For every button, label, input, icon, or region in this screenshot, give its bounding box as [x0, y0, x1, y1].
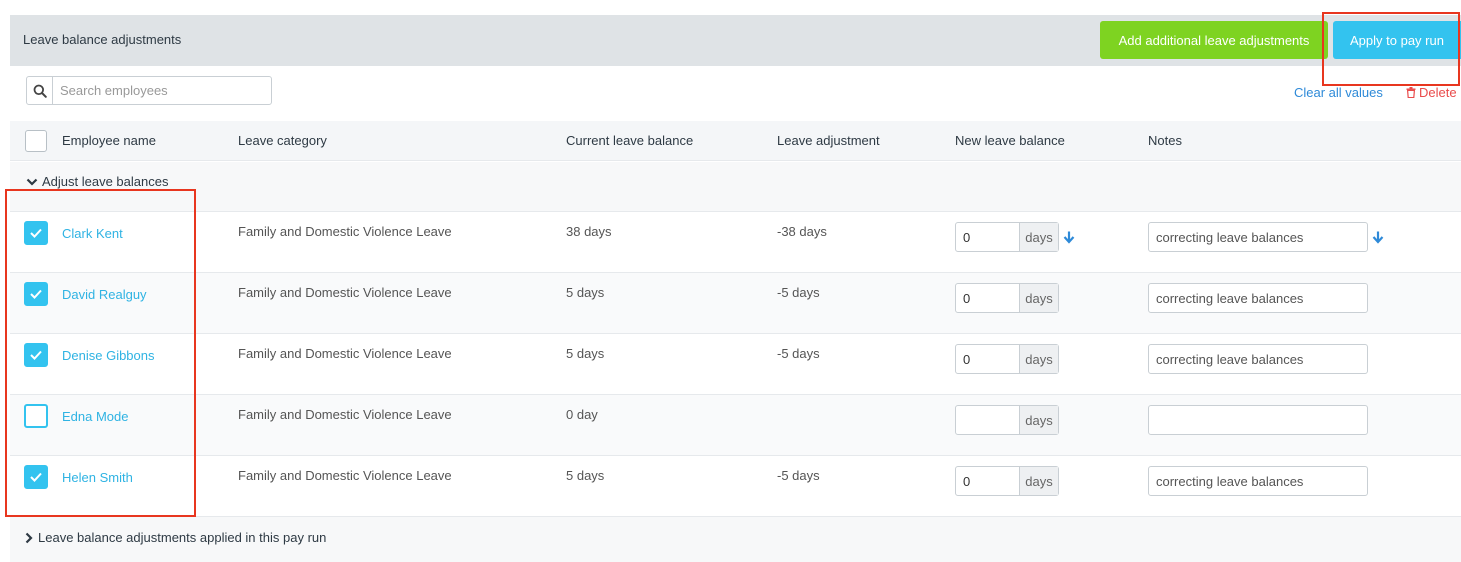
add-leave-adjustments-button[interactable]: Add additional leave adjustments	[1100, 21, 1328, 59]
current-balance: 38 days	[566, 224, 612, 239]
leave-category: Family and Domestic Violence Leave	[238, 407, 452, 422]
notes-input[interactable]	[1148, 466, 1368, 496]
notes-input[interactable]	[1148, 405, 1368, 435]
table-row: Clark Kent Family and Domestic Violence …	[10, 212, 1461, 273]
col-leave-adjustment: Leave adjustment	[777, 133, 880, 148]
check-icon	[30, 472, 42, 482]
days-unit: days	[1019, 467, 1058, 495]
new-balance-field: days	[955, 344, 1059, 374]
row-checkbox[interactable]	[24, 221, 48, 245]
apply-to-pay-run-button[interactable]: Apply to pay run	[1333, 21, 1461, 59]
search-icon[interactable]	[27, 77, 53, 104]
check-icon	[30, 228, 42, 238]
new-balance-field: days	[955, 222, 1059, 252]
current-balance: 5 days	[566, 285, 605, 300]
days-unit: days	[1019, 223, 1058, 251]
leave-adjustments-panel: Leave balance adjustments Add additional…	[10, 15, 1461, 562]
row-checkbox[interactable]	[24, 404, 48, 428]
current-balance: 5 days	[566, 468, 605, 483]
clear-all-values-link[interactable]: Clear all values	[1294, 85, 1383, 100]
notes-input[interactable]	[1148, 344, 1368, 374]
check-icon	[30, 350, 42, 360]
search-box	[26, 76, 272, 105]
leave-adjustment: -5 days	[777, 285, 820, 300]
chevron-right-icon	[25, 532, 33, 543]
new-balance-field: days	[955, 466, 1059, 496]
table-header: Employee name Leave category Current lea…	[10, 121, 1461, 161]
adjust-leave-balances-group: Adjust leave balances	[10, 162, 1461, 212]
delete-label: Delete	[1419, 85, 1457, 100]
new-balance-input[interactable]	[956, 467, 1019, 495]
employee-name-link[interactable]: David Realguy	[62, 287, 147, 302]
table-row: Edna Mode Family and Domestic Violence L…	[10, 395, 1461, 456]
new-balance-field: days	[955, 405, 1059, 435]
row-checkbox[interactable]	[24, 465, 48, 489]
new-balance-input[interactable]	[956, 345, 1019, 373]
leave-adjustment: -38 days	[777, 224, 827, 239]
leave-category: Family and Domestic Violence Leave	[238, 224, 452, 239]
panel-header: Leave balance adjustments Add additional…	[10, 15, 1461, 66]
employee-name-link[interactable]: Clark Kent	[62, 226, 123, 241]
applied-group-toggle[interactable]: Leave balance adjustments applied in thi…	[24, 530, 326, 545]
row-checkbox[interactable]	[24, 343, 48, 367]
search-input[interactable]	[53, 77, 271, 104]
row-checkbox[interactable]	[24, 282, 48, 306]
col-notes: Notes	[1148, 133, 1182, 148]
employee-name-link[interactable]: Denise Gibbons	[62, 348, 155, 363]
panel-title: Leave balance adjustments	[23, 32, 182, 47]
table-row: Helen Smith Family and Domestic Violence…	[10, 456, 1461, 517]
new-balance-field: days	[955, 283, 1059, 313]
days-unit: days	[1019, 345, 1058, 373]
check-icon	[30, 289, 42, 299]
col-new-balance: New leave balance	[955, 133, 1065, 148]
employee-name-link[interactable]: Helen Smith	[62, 470, 133, 485]
col-leave-category: Leave category	[238, 133, 327, 148]
col-employee-name: Employee name	[62, 133, 156, 148]
applied-adjustments-group: Leave balance adjustments applied in thi…	[10, 517, 1461, 562]
table-row: David Realguy Family and Domestic Violen…	[10, 273, 1461, 334]
days-unit: days	[1019, 284, 1058, 312]
notes-input[interactable]	[1148, 222, 1368, 252]
leave-category: Family and Domestic Violence Leave	[238, 468, 452, 483]
new-balance-input[interactable]	[956, 223, 1019, 251]
arrow-down-icon[interactable]	[1371, 230, 1385, 244]
leave-adjustment: -5 days	[777, 346, 820, 361]
current-balance: 5 days	[566, 346, 605, 361]
chevron-down-icon	[26, 178, 38, 186]
group-label: Adjust leave balances	[42, 174, 169, 189]
arrow-down-icon[interactable]	[1062, 230, 1076, 244]
new-balance-input[interactable]	[956, 284, 1019, 312]
employee-name-link[interactable]: Edna Mode	[62, 409, 129, 424]
applied-group-label: Leave balance adjustments applied in thi…	[38, 530, 327, 545]
notes-input[interactable]	[1148, 283, 1368, 313]
leave-category: Family and Domestic Violence Leave	[238, 346, 452, 361]
current-balance: 0 day	[566, 407, 598, 422]
col-current-balance: Current leave balance	[566, 133, 694, 148]
trash-icon	[1406, 87, 1416, 98]
days-unit: days	[1019, 406, 1058, 434]
table-row: Denise Gibbons Family and Domestic Viole…	[10, 334, 1461, 395]
select-all-checkbox[interactable]	[25, 130, 47, 152]
leave-adjustment: -5 days	[777, 468, 820, 483]
group-toggle[interactable]: Adjust leave balances	[26, 174, 168, 189]
new-balance-input[interactable]	[956, 406, 1019, 434]
leave-category: Family and Domestic Violence Leave	[238, 285, 452, 300]
delete-link[interactable]: Delete	[1406, 85, 1457, 100]
